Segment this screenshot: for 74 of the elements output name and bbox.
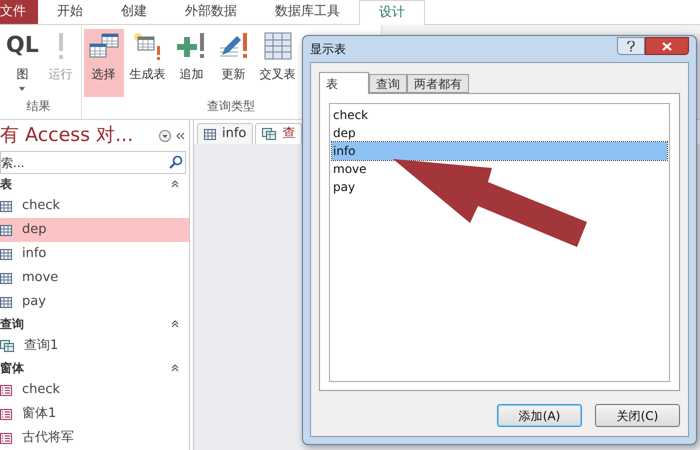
dialog-title: 显示表 xyxy=(310,41,347,58)
collapse-icon[interactable] xyxy=(175,130,185,140)
collapse-icon[interactable] xyxy=(171,364,179,372)
nav-item[interactable]: check xyxy=(0,194,189,218)
help-button[interactable] xyxy=(617,37,645,55)
nav-item[interactable]: info xyxy=(0,242,189,266)
pane-title: 有 Access 对... xyxy=(0,123,134,148)
close-icon xyxy=(662,42,672,50)
list-item[interactable]: pay xyxy=(332,178,667,196)
query-icon xyxy=(0,340,14,352)
ribbon-button[interactable]: 选择 xyxy=(84,29,124,97)
table-icon xyxy=(0,224,12,236)
ribbon-button[interactable]: 更新 xyxy=(214,29,254,97)
dialog-tab[interactable]: 两者都有 xyxy=(407,74,469,93)
group-label: 结果 xyxy=(26,98,50,115)
ribbon-tab[interactable]: 外部数据 xyxy=(166,0,256,24)
table-icon xyxy=(0,296,12,308)
ribbon-button[interactable]: 交叉表 xyxy=(256,29,300,97)
group-header[interactable]: 表 xyxy=(0,175,12,193)
nav-item-label: 古代将军 xyxy=(22,429,74,448)
dialog-tab[interactable]: 查询 xyxy=(369,74,407,93)
list-item[interactable]: info xyxy=(332,142,667,160)
collapse-icon[interactable] xyxy=(171,320,179,328)
ribbon-button[interactable]: QL 图 xyxy=(2,29,43,97)
dialog-button[interactable]: 添加(A) xyxy=(497,404,582,427)
ribbon-tab[interactable]: 创建 xyxy=(102,0,166,24)
nav-item-label: dep xyxy=(22,221,47,240)
search-field[interactable]: 索... xyxy=(0,151,186,174)
nav-item-label: check xyxy=(22,381,60,400)
form-icon xyxy=(0,432,12,444)
list-item[interactable]: check xyxy=(332,106,667,124)
table-icon xyxy=(0,200,12,212)
close-button[interactable] xyxy=(645,37,689,55)
group-header[interactable]: 查询 xyxy=(0,315,24,333)
nav-item-label: info xyxy=(22,245,46,264)
question-icon xyxy=(627,40,635,52)
collapse-icon[interactable] xyxy=(171,180,179,188)
nav-item[interactable]: pay xyxy=(0,290,189,314)
table-icon xyxy=(204,128,216,140)
group-header[interactable]: 窗体 xyxy=(0,359,24,377)
nav-item[interactable]: 查询1 xyxy=(0,334,189,358)
nav-item-label: move xyxy=(22,269,58,288)
document-tab[interactable]: 查 xyxy=(255,123,302,144)
nav-item-label: 查询1 xyxy=(24,337,58,356)
ribbon-tab[interactable]: 开始 xyxy=(38,0,102,24)
dialog-button[interactable]: 关闭(C) xyxy=(595,404,680,427)
document-tab[interactable]: info xyxy=(197,123,254,144)
table-icon xyxy=(0,248,12,260)
file-tab[interactable]: 文件 xyxy=(0,0,38,24)
list-item[interactable]: move xyxy=(332,160,667,178)
grid-icon xyxy=(262,31,294,61)
pencil-icon xyxy=(218,31,250,61)
nav-item[interactable]: move xyxy=(0,266,189,290)
list-item[interactable]: dep xyxy=(332,124,667,142)
nav-item-label: pay xyxy=(22,293,46,312)
ribbon-button[interactable]: 追加 xyxy=(172,29,212,97)
ribbon-button[interactable]: 生成表 xyxy=(126,29,170,97)
search-icon[interactable] xyxy=(169,155,183,169)
query-icon xyxy=(262,128,276,140)
caret-icon xyxy=(19,87,26,91)
nav-item[interactable]: dep xyxy=(0,218,189,242)
dialog-tab[interactable]: 表 xyxy=(319,72,369,94)
ribbon-tab[interactable]: 设计 xyxy=(359,0,425,25)
form-icon xyxy=(0,408,12,420)
form-icon xyxy=(0,384,12,396)
nav-item[interactable]: 窗体1 xyxy=(0,402,189,426)
nav-item[interactable]: check xyxy=(0,378,189,402)
table-icon xyxy=(0,272,12,284)
ribbon-tab[interactable]: 数据库工具 xyxy=(256,0,359,24)
nav-item[interactable]: 古代将军 xyxy=(0,426,189,450)
nav-item-label: 窗体1 xyxy=(22,405,56,424)
group-label: 查询类型 xyxy=(207,98,256,115)
dropdown-icon[interactable] xyxy=(159,130,171,142)
nav-item-label: check xyxy=(22,197,60,216)
